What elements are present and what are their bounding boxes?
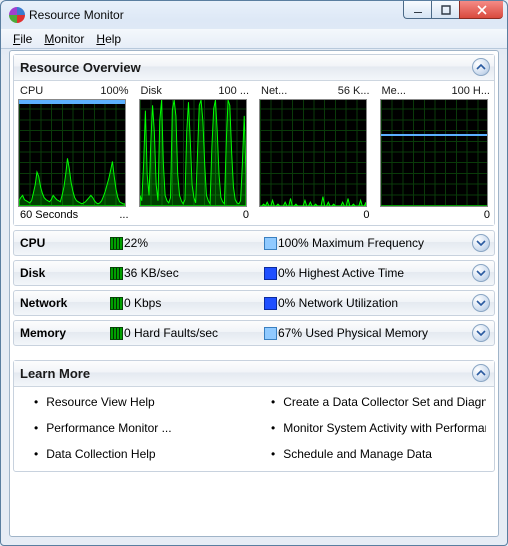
chevron-down-icon[interactable] bbox=[472, 324, 490, 342]
client-area: Resource Overview CPU100% 60 Seconds... … bbox=[9, 50, 499, 537]
overview-header[interactable]: Resource Overview bbox=[14, 55, 494, 81]
swatch-icon bbox=[110, 297, 123, 310]
memory-row[interactable]: Memory 0 Hard Faults/sec 67% Used Physic… bbox=[13, 320, 495, 346]
chevron-down-icon[interactable] bbox=[472, 264, 490, 282]
overview-tile-memory: Me...100 H... 0 bbox=[380, 85, 493, 221]
swatch-icon bbox=[264, 297, 277, 310]
learn-link[interactable]: Create a Data Collector Set and Diagnos.… bbox=[259, 395, 486, 409]
swatch-icon bbox=[110, 267, 123, 280]
close-button[interactable] bbox=[459, 1, 503, 19]
memory-graph[interactable] bbox=[380, 99, 488, 207]
learn-link[interactable]: Monitor System Activity with Performanc.… bbox=[259, 421, 486, 435]
chevron-up-icon[interactable] bbox=[472, 364, 490, 382]
learn-link[interactable]: Performance Monitor ... bbox=[22, 421, 249, 435]
learn-more-header[interactable]: Learn More bbox=[14, 361, 494, 387]
resource-monitor-window: Resource Monitor File Monitor Help Resou… bbox=[0, 0, 508, 546]
menubar: File Monitor Help bbox=[1, 29, 507, 49]
cpu-row[interactable]: CPU 22% 100% Maximum Frequency bbox=[13, 230, 495, 256]
chevron-down-icon[interactable] bbox=[472, 234, 490, 252]
chevron-up-icon[interactable] bbox=[472, 58, 490, 76]
cpu-graph[interactable] bbox=[18, 99, 126, 207]
swatch-icon bbox=[264, 237, 277, 250]
learn-link[interactable]: Resource View Help bbox=[22, 395, 249, 409]
menu-help[interactable]: Help bbox=[92, 31, 125, 47]
network-graph[interactable] bbox=[259, 99, 367, 207]
learn-more-body: Resource View Help Create a Data Collect… bbox=[14, 387, 494, 471]
disk-graph[interactable] bbox=[139, 99, 247, 207]
learn-more-title: Learn More bbox=[20, 366, 90, 381]
swatch-icon bbox=[110, 327, 123, 340]
network-row[interactable]: Network 0 Kbps 0% Network Utilization bbox=[13, 290, 495, 316]
chevron-down-icon[interactable] bbox=[472, 294, 490, 312]
swatch-icon bbox=[110, 237, 123, 250]
swatch-icon bbox=[264, 267, 277, 280]
minimize-button[interactable] bbox=[403, 1, 431, 19]
overview-tile-cpu: CPU100% 60 Seconds... bbox=[18, 85, 131, 221]
titlebar[interactable]: Resource Monitor bbox=[1, 1, 507, 29]
menu-monitor[interactable]: Monitor bbox=[40, 31, 88, 47]
overview-panel: Resource Overview CPU100% 60 Seconds... … bbox=[13, 54, 495, 226]
app-icon bbox=[9, 7, 25, 23]
overview-title: Resource Overview bbox=[20, 60, 141, 75]
learn-link[interactable]: Schedule and Manage Data bbox=[259, 447, 486, 461]
swatch-icon bbox=[264, 327, 277, 340]
learn-more-panel: Learn More Resource View Help Create a D… bbox=[13, 360, 495, 472]
overview-tile-network: Net...56 K... 0 bbox=[259, 85, 372, 221]
window-title: Resource Monitor bbox=[29, 8, 124, 22]
overview-tile-disk: Disk100 ... 0 bbox=[139, 85, 252, 221]
overview-body: CPU100% 60 Seconds... Disk100 ... 0 bbox=[14, 81, 494, 225]
maximize-button[interactable] bbox=[431, 1, 459, 19]
disk-row[interactable]: Disk 36 KB/sec 0% Highest Active Time bbox=[13, 260, 495, 286]
learn-link[interactable]: Data Collection Help bbox=[22, 447, 249, 461]
menu-file[interactable]: File bbox=[9, 31, 36, 47]
